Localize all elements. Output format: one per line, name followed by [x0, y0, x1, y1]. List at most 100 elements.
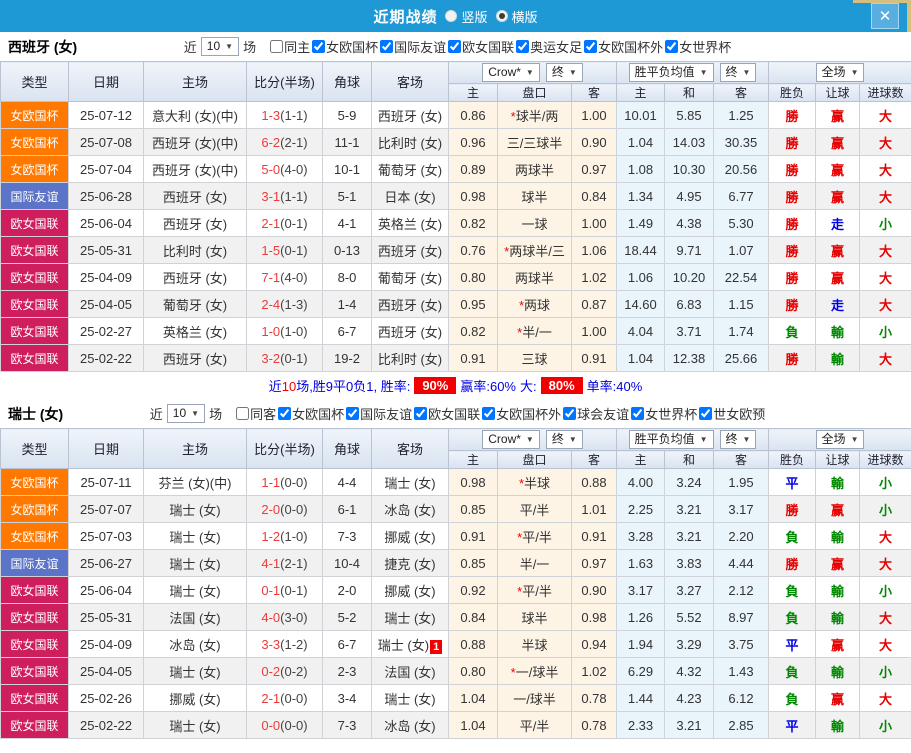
recent-count-select[interactable]: 10 ▼ [200, 37, 240, 56]
avg-lose-cell: 6.12 [712, 684, 770, 712]
avg-group-header: 胜平负均值 ▼ 终 ▼ [615, 61, 770, 84]
layout-option-vertical[interactable]: 竖版 [445, 7, 488, 26]
avg-draw-cell: 4.23 [664, 684, 714, 712]
close-button[interactable]: ✕ [871, 3, 899, 29]
handicap-cell: 半球 [497, 630, 572, 658]
dropdown-arrow-icon: ▼ [699, 435, 708, 444]
competition-checkbox[interactable] [482, 407, 496, 420]
match-row: 欧女国联 25-02-27 英格兰 (女) 1-0(1-0) 6-7 西班牙 (女) 0.8… [0, 317, 911, 345]
radio-unselected-icon[interactable] [445, 10, 458, 22]
competition-filter[interactable]: 欧女国联 [412, 404, 480, 423]
handicap-cell: *两球半/三 [497, 236, 572, 264]
same-side-filter[interactable]: 同客 [234, 404, 276, 423]
scope-select[interactable]: 全场 ▼ [815, 63, 865, 82]
avg-select[interactable]: 胜平负均值 ▼ [628, 63, 714, 82]
competition-label: 女世界杯 [645, 407, 698, 422]
competition-filter[interactable]: 世女欧预 [697, 404, 765, 423]
competition-filter[interactable]: 女欧国杯 [310, 37, 378, 56]
recent-label: 近 [183, 40, 197, 55]
competition-checkbox[interactable] [346, 407, 360, 420]
competition-checkbox[interactable] [631, 407, 645, 420]
home-team-cell: 比利时 (女) [143, 236, 247, 264]
competition-checkbox[interactable] [665, 40, 679, 53]
competition-filter[interactable]: 女世界杯 [629, 404, 697, 423]
avg-lose-cell: 2.12 [712, 576, 770, 604]
handicap-result-cell: 赢 [815, 495, 861, 523]
avg-time-select[interactable]: 终 ▼ [719, 430, 757, 449]
odds-time-select[interactable]: 终 ▼ [545, 63, 583, 82]
competition-filter[interactable]: 国际友谊 [344, 404, 412, 423]
panel-title: 近期战绩 [373, 8, 438, 26]
avg-select[interactable]: 胜平负均值 ▼ [628, 430, 714, 449]
win-rate-badge: 90% [414, 377, 457, 394]
date-cell: 25-04-09 [68, 630, 144, 658]
competition-checkbox[interactable] [448, 40, 462, 53]
competition-filter[interactable]: 奥运女足 [514, 37, 582, 56]
competition-checkbox[interactable] [312, 40, 326, 53]
radio-label-vertical: 竖版 [461, 9, 488, 25]
goals-result-cell: 小 [859, 576, 911, 604]
avg-draw-cell: 4.38 [664, 209, 714, 237]
competition-filter[interactable]: 欧女国联 [446, 37, 514, 56]
competition-filter[interactable]: 球会友谊 [561, 404, 629, 423]
column-header: 类型 [0, 428, 69, 469]
scope-select[interactable]: 全场 ▼ [815, 430, 865, 449]
summary-text: 近10场,胜9平0负1, 胜率: [268, 379, 411, 394]
home-odds-cell: 0.76 [448, 236, 498, 264]
sub-column-header: 和 [664, 83, 714, 102]
competition-type-cell: 女欧国杯 [0, 495, 69, 523]
handicap-cell: 球半 [497, 603, 572, 631]
date-cell: 25-07-08 [68, 128, 144, 156]
competition-filter[interactable]: 女欧国杯外 [582, 37, 663, 56]
odds-time-select[interactable]: 终 ▼ [545, 430, 583, 449]
competition-type-cell: 女欧国杯 [0, 101, 69, 129]
odds-source-select[interactable]: Crow* ▼ [482, 63, 540, 82]
same-side-checkbox[interactable] [236, 407, 250, 420]
handicap-result-cell: 輸 [815, 468, 861, 496]
column-header: 主场 [143, 428, 247, 469]
recent-count-select[interactable]: 10 ▼ [166, 404, 206, 423]
competition-checkbox[interactable] [380, 40, 394, 53]
competition-filter[interactable]: 女世界杯 [663, 37, 731, 56]
score-cell: 4-1(2-1) [246, 549, 323, 577]
home-team-cell: 西班牙 (女) [143, 344, 247, 372]
competition-checkbox[interactable] [516, 40, 530, 53]
away-team-cell: 冰岛 (女) [371, 711, 449, 739]
competition-filter[interactable]: 女欧国杯 [276, 404, 344, 423]
avg-win-cell: 2.25 [616, 495, 665, 523]
away-odds-cell: 1.00 [571, 209, 617, 237]
avg-win-cell: 1.94 [616, 630, 665, 658]
dropdown-arrow-icon: ▼ [568, 68, 577, 77]
odds-source-select[interactable]: Crow* ▼ [482, 430, 540, 449]
corner-cell: 1-4 [322, 290, 372, 318]
corner-cell: 5-9 [322, 101, 372, 129]
same-side-filter[interactable]: 同主 [268, 37, 310, 56]
radio-selected-icon[interactable] [495, 10, 508, 22]
competition-checkbox[interactable] [699, 407, 713, 420]
competition-checkbox[interactable] [278, 407, 292, 420]
result-cell: 負 [768, 576, 817, 604]
competition-checkbox[interactable] [584, 40, 598, 53]
away-odds-cell: 1.00 [571, 317, 617, 345]
competition-type-cell: 国际友谊 [0, 549, 69, 577]
odds-group-header: Crow* ▼ 终 ▼ [448, 61, 617, 84]
competition-checkbox[interactable] [414, 407, 428, 420]
avg-time-select[interactable]: 终 ▼ [719, 63, 757, 82]
away-team-cell: 捷克 (女) [371, 549, 449, 577]
avg-draw-cell: 3.24 [664, 468, 714, 496]
dropdown-arrow-icon: ▼ [225, 42, 234, 51]
summary-text: 大: [520, 379, 537, 394]
away-odds-cell: 0.91 [571, 344, 617, 372]
home-odds-cell: 0.84 [448, 603, 498, 631]
match-row: 女欧国杯 25-07-11 芬兰 (女)(中) 1-1(0-0) 4-4 瑞士 (女) 0.… [0, 468, 911, 496]
corner-cell: 2-0 [322, 576, 372, 604]
competition-filter[interactable]: 国际友谊 [378, 37, 446, 56]
dropdown-arrow-icon: ▼ [850, 68, 859, 77]
competition-checkbox[interactable] [563, 407, 577, 420]
layout-option-horizontal[interactable]: 横版 [495, 7, 538, 26]
corner-cell: 5-1 [322, 182, 372, 210]
same-side-checkbox[interactable] [270, 40, 284, 53]
competition-type-cell: 欧女国联 [0, 630, 69, 658]
competition-filter[interactable]: 女欧国杯外 [480, 404, 561, 423]
avg-draw-cell: 3.27 [664, 576, 714, 604]
